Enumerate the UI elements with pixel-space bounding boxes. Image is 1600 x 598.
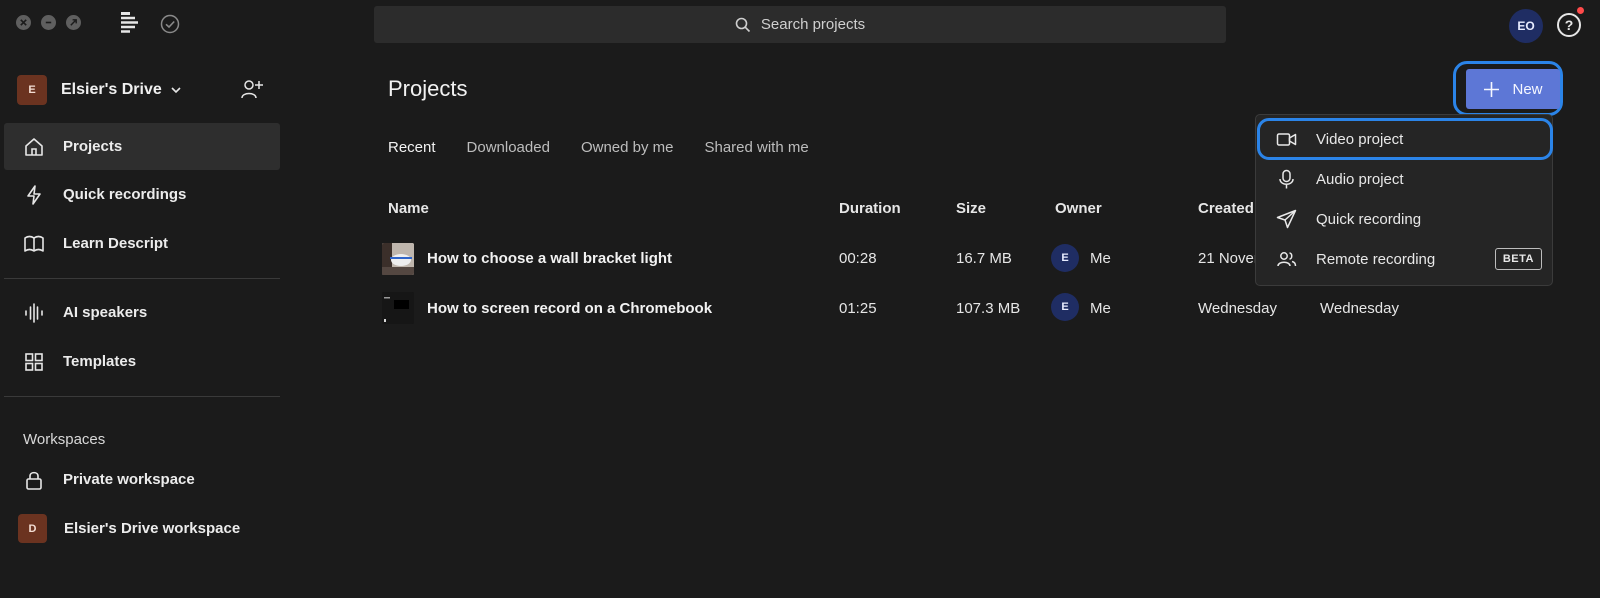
minimize-window-button[interactable] bbox=[41, 15, 56, 30]
sidebar-item-label: Learn Descript bbox=[63, 235, 169, 252]
menu-item-quick-recording[interactable]: Quick recording bbox=[1256, 199, 1552, 239]
fullscreen-icon bbox=[70, 19, 77, 26]
sidebar-item-label: Projects bbox=[63, 138, 123, 155]
project-owner: Me bbox=[1090, 250, 1111, 267]
column-header-duration[interactable]: Duration bbox=[839, 200, 901, 217]
video-project-highlight-ring bbox=[1257, 118, 1553, 160]
new-button-label: New bbox=[1512, 80, 1543, 98]
column-header-name[interactable]: Name bbox=[388, 200, 429, 217]
notification-dot bbox=[1577, 7, 1584, 14]
menu-item-label: Quick recording bbox=[1316, 210, 1422, 228]
new-project-button[interactable]: New bbox=[1466, 69, 1560, 109]
sidebar-item-templates[interactable]: Templates bbox=[4, 338, 280, 385]
sidebar-item-drive-workspace[interactable]: D Elsier's Drive workspace bbox=[4, 505, 280, 552]
menu-item-label: Audio project bbox=[1316, 170, 1404, 188]
fullscreen-window-button[interactable] bbox=[66, 15, 81, 30]
paper-plane-icon bbox=[1276, 209, 1297, 228]
chevron-down-icon bbox=[171, 87, 181, 94]
workspaces-heading: Workspaces bbox=[23, 431, 106, 448]
sidebar-item-label: Templates bbox=[63, 353, 137, 370]
sidebar-divider bbox=[4, 396, 280, 397]
sidebar-item-label: AI speakers bbox=[63, 304, 148, 321]
tab-downloaded[interactable]: Downloaded bbox=[467, 139, 550, 156]
menu-item-audio-project[interactable]: Audio project bbox=[1256, 159, 1552, 199]
search-placeholder: Search projects bbox=[760, 16, 866, 33]
tab-owned-by-me[interactable]: Owned by me bbox=[581, 139, 674, 156]
people-icon bbox=[1277, 251, 1297, 266]
book-icon bbox=[24, 235, 44, 252]
help-button[interactable]: ? bbox=[1557, 13, 1581, 37]
lock-icon bbox=[26, 471, 42, 490]
thumbnail-image bbox=[382, 292, 414, 324]
column-header-owner[interactable]: Owner bbox=[1055, 200, 1102, 217]
drive-switcher[interactable]: E Elsier's Drive bbox=[17, 73, 267, 107]
sidebar-item-label: Elsier's Drive workspace bbox=[64, 520, 241, 537]
sidebar-item-projects[interactable]: Projects bbox=[4, 123, 280, 170]
project-thumbnail bbox=[382, 243, 414, 275]
menu-item-remote-recording[interactable]: Remote recording BETA bbox=[1256, 239, 1552, 279]
sidebar-item-learn-descript[interactable]: Learn Descript bbox=[4, 220, 280, 267]
minus-icon bbox=[45, 21, 52, 24]
waveform-icon bbox=[25, 302, 43, 323]
drive-name: Elsier's Drive bbox=[61, 81, 162, 98]
home-icon bbox=[25, 137, 43, 156]
menu-item-label: Remote recording bbox=[1316, 250, 1436, 268]
lightning-icon bbox=[27, 184, 41, 205]
sidebar-divider bbox=[4, 278, 280, 279]
grid-icon bbox=[25, 352, 43, 371]
search-input[interactable]: Search projects bbox=[374, 6, 1226, 43]
project-filter-tabs: Recent Downloaded Owned by me Shared wit… bbox=[388, 139, 809, 156]
page-title: Projects bbox=[388, 76, 468, 101]
project-owner: Me bbox=[1090, 300, 1111, 317]
sidebar-item-label: Quick recordings bbox=[63, 186, 187, 203]
sidebar-item-private-workspace[interactable]: Private workspace bbox=[4, 456, 280, 503]
search-icon bbox=[735, 17, 750, 32]
sidebar-item-label: Private workspace bbox=[63, 471, 195, 488]
beta-badge: BETA bbox=[1494, 248, 1542, 270]
sidebar-item-ai-speakers[interactable]: AI speakers bbox=[4, 289, 280, 336]
column-header-size[interactable]: Size bbox=[956, 200, 986, 217]
drive-avatar: E bbox=[17, 75, 47, 105]
project-thumbnail bbox=[382, 292, 414, 324]
microphone-icon bbox=[1279, 169, 1294, 188]
tab-shared-with-me[interactable]: Shared with me bbox=[704, 139, 808, 156]
window-controls bbox=[16, 15, 81, 30]
project-created: Wednesday bbox=[1198, 300, 1277, 317]
workspace-avatar: D bbox=[18, 514, 47, 543]
project-duration: 01:25 bbox=[839, 300, 877, 317]
column-header-created[interactable]: Created bbox=[1198, 200, 1254, 217]
project-size: 16.7 MB bbox=[956, 250, 1012, 267]
add-user-icon[interactable] bbox=[240, 78, 264, 100]
owner-avatar: E bbox=[1051, 244, 1079, 272]
plus-icon bbox=[1484, 81, 1500, 97]
descript-logo-icon[interactable] bbox=[121, 12, 141, 34]
tab-recent[interactable]: Recent bbox=[388, 139, 436, 156]
thumbnail-image bbox=[382, 243, 414, 275]
close-window-button[interactable] bbox=[16, 15, 31, 30]
user-avatar[interactable]: EO bbox=[1509, 9, 1543, 43]
descript-app: Search projects EO ? E Elsier's Drive Pr… bbox=[0, 0, 1600, 598]
project-modified: Wednesday bbox=[1320, 300, 1399, 317]
sidebar-item-quick-recordings[interactable]: Quick recordings bbox=[4, 171, 280, 218]
project-duration: 00:28 bbox=[839, 250, 877, 267]
sync-status-check-icon[interactable] bbox=[160, 14, 180, 34]
project-name[interactable]: How to screen record on a Chromebook bbox=[427, 300, 712, 317]
project-size: 107.3 MB bbox=[956, 300, 1021, 317]
owner-avatar: E bbox=[1051, 293, 1079, 321]
project-name[interactable]: How to choose a wall bracket light bbox=[427, 250, 672, 267]
close-icon bbox=[20, 19, 27, 26]
